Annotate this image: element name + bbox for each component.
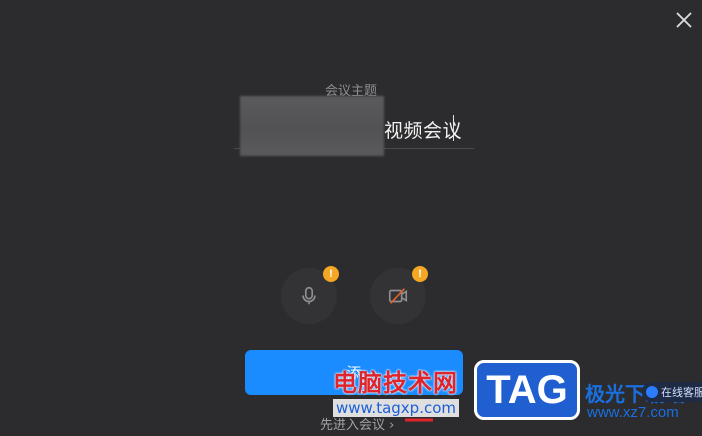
support-label: 在线客服 xyxy=(661,386,702,399)
text-caret xyxy=(453,115,454,141)
microphone-warning-badge: ! xyxy=(323,266,339,282)
topic-input[interactable]: 视频会议 xyxy=(234,96,474,156)
watermark-site-name: 电脑技术网 xyxy=(333,369,458,397)
watermark-logo-url: www.xz7.com xyxy=(587,404,679,421)
close-icon xyxy=(676,12,692,28)
camera-off-icon xyxy=(388,288,408,304)
redacted-text-blur xyxy=(240,96,384,156)
camera-toggle[interactable]: ! xyxy=(370,266,428,324)
watermark-url: www.tagxp.com xyxy=(333,399,459,417)
online-support-chip[interactable]: 在线客服 xyxy=(642,382,702,402)
topic-input-value: 视频会议 xyxy=(384,120,463,142)
microphone-toggle[interactable]: ! xyxy=(281,266,339,324)
camera-warning-badge: ! xyxy=(412,266,428,282)
close-button[interactable] xyxy=(672,8,696,32)
watermark-tag-logo: TAG xyxy=(474,360,580,420)
red-arrow-annotation xyxy=(405,418,433,422)
support-icon xyxy=(646,386,658,398)
microphone-icon xyxy=(302,286,316,305)
